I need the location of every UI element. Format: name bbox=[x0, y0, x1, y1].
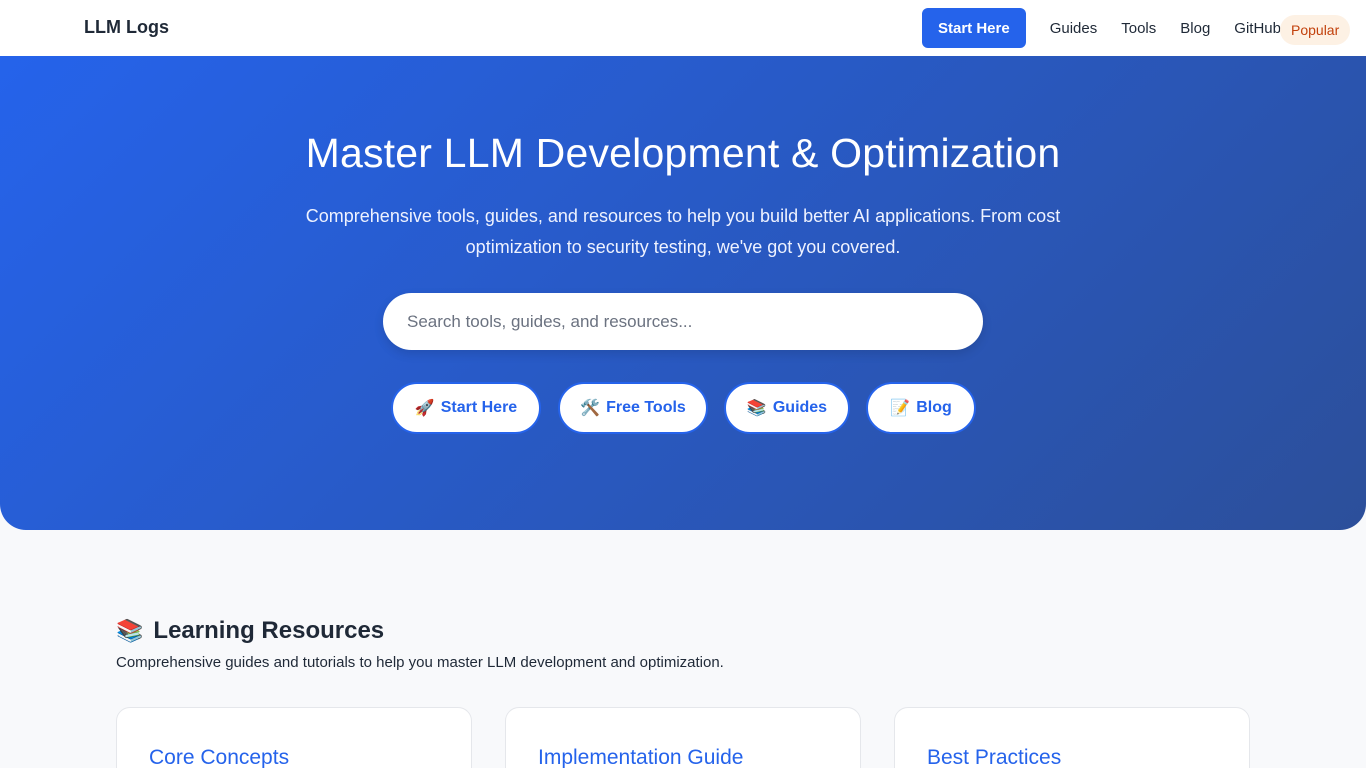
learning-resources-title: Learning Resources bbox=[153, 617, 385, 644]
card-title[interactable]: Best Practices bbox=[927, 746, 1061, 768]
memo-icon: 📝 bbox=[890, 400, 911, 417]
guides-label: Guides bbox=[772, 399, 828, 416]
books-icon: 📚 bbox=[746, 400, 767, 417]
brand-logo[interactable]: LLM Logs bbox=[84, 17, 169, 38]
free-tools-button[interactable]: 🛠️ Free Tools bbox=[558, 382, 708, 434]
start-here-label: Start Here bbox=[440, 399, 518, 416]
card-core-concepts[interactable]: Core Concepts bbox=[116, 707, 472, 768]
nav-link-tools[interactable]: Tools bbox=[1121, 20, 1156, 37]
learning-resources-description: Comprehensive guides and tutorials to he… bbox=[116, 654, 724, 671]
blog-button[interactable]: 📝 Blog bbox=[866, 382, 976, 434]
popular-badge: Popular bbox=[1280, 15, 1351, 45]
guides-button[interactable]: 📚 Guides bbox=[724, 382, 850, 434]
card-title[interactable]: Core Concepts bbox=[149, 746, 289, 768]
card-implementation-guide[interactable]: Implementation Guide bbox=[505, 707, 861, 768]
blog-label: Blog bbox=[916, 399, 952, 416]
free-tools-label: Free Tools bbox=[606, 399, 686, 416]
nav-link-blog[interactable]: Blog bbox=[1180, 20, 1210, 37]
start-here-nav-button[interactable]: Start Here bbox=[922, 8, 1026, 48]
books-icon: 📚 bbox=[116, 618, 144, 643]
tools-icon: 🛠️ bbox=[580, 400, 601, 417]
hero-subtitle: Comprehensive tools, guides, and resourc… bbox=[305, 206, 1061, 257]
search-input[interactable] bbox=[383, 293, 983, 350]
hero-section: Master LLM Development & Optimization Co… bbox=[0, 56, 1366, 530]
card-best-practices[interactable]: Best Practices bbox=[894, 707, 1250, 768]
rocket-icon: 🚀 bbox=[414, 400, 435, 417]
nav-link-github[interactable]: GitHub bbox=[1234, 20, 1281, 37]
top-navbar: LLM Logs Start Here Guides Tools Blog Gi… bbox=[0, 0, 1366, 56]
nav-link-guides[interactable]: Guides bbox=[1050, 20, 1098, 37]
start-here-button[interactable]: 🚀 Start Here bbox=[391, 382, 541, 434]
hero-title: Master LLM Development & Optimization bbox=[305, 130, 1061, 176]
card-title[interactable]: Implementation Guide bbox=[538, 746, 743, 768]
learning-resources-heading: 📚 Learning Resources bbox=[116, 617, 384, 645]
main-nav: Start Here Guides Tools Blog GitHub bbox=[922, 8, 1281, 48]
